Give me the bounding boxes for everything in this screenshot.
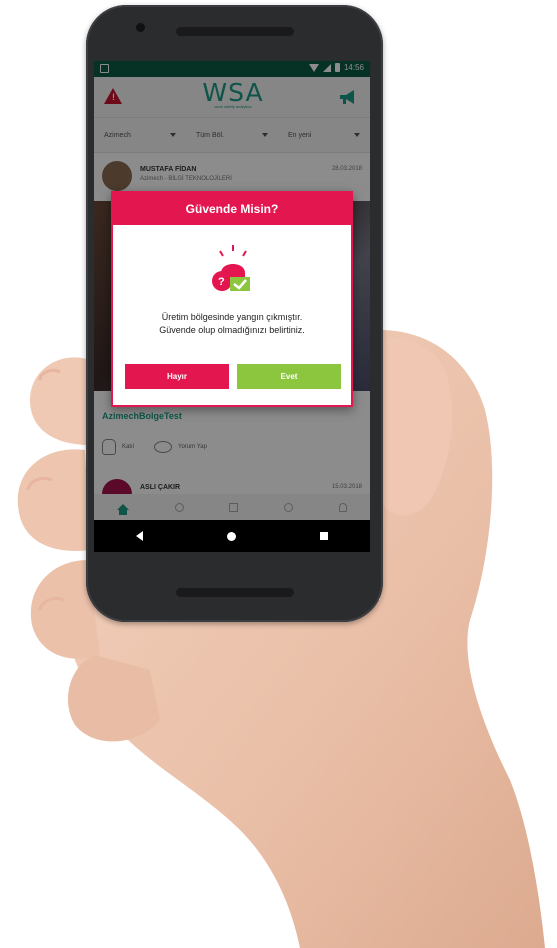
speaker-top	[176, 27, 294, 36]
camera	[136, 23, 145, 32]
dialog-message: Üretim bölgesinde yangın çıkmıştır. Güve…	[113, 311, 351, 337]
yes-button[interactable]: Evet	[237, 364, 341, 389]
alert-bubbles-icon: ?	[212, 245, 250, 291]
recents-icon[interactable]	[320, 532, 328, 540]
safety-dialog: Güvende Misin? ? Üretim bölgesinde yangı…	[111, 191, 353, 407]
dialog-title: Güvende Misin?	[113, 193, 351, 225]
dialog-message-line2: Güvende olup olmadığınızı belirtiniz.	[159, 325, 305, 335]
speaker-bottom	[176, 588, 294, 597]
system-navigation-bar	[94, 520, 370, 552]
phone-screen: 14:56 ! WSA work safety analytics Azimec…	[94, 61, 370, 552]
svg-text:?: ?	[218, 276, 225, 288]
dialog-message-line1: Üretim bölgesinde yangın çıkmıştır.	[161, 312, 303, 322]
no-button[interactable]: Hayır	[125, 364, 229, 389]
back-icon[interactable]	[136, 531, 143, 541]
home-button-icon[interactable]	[227, 531, 236, 541]
